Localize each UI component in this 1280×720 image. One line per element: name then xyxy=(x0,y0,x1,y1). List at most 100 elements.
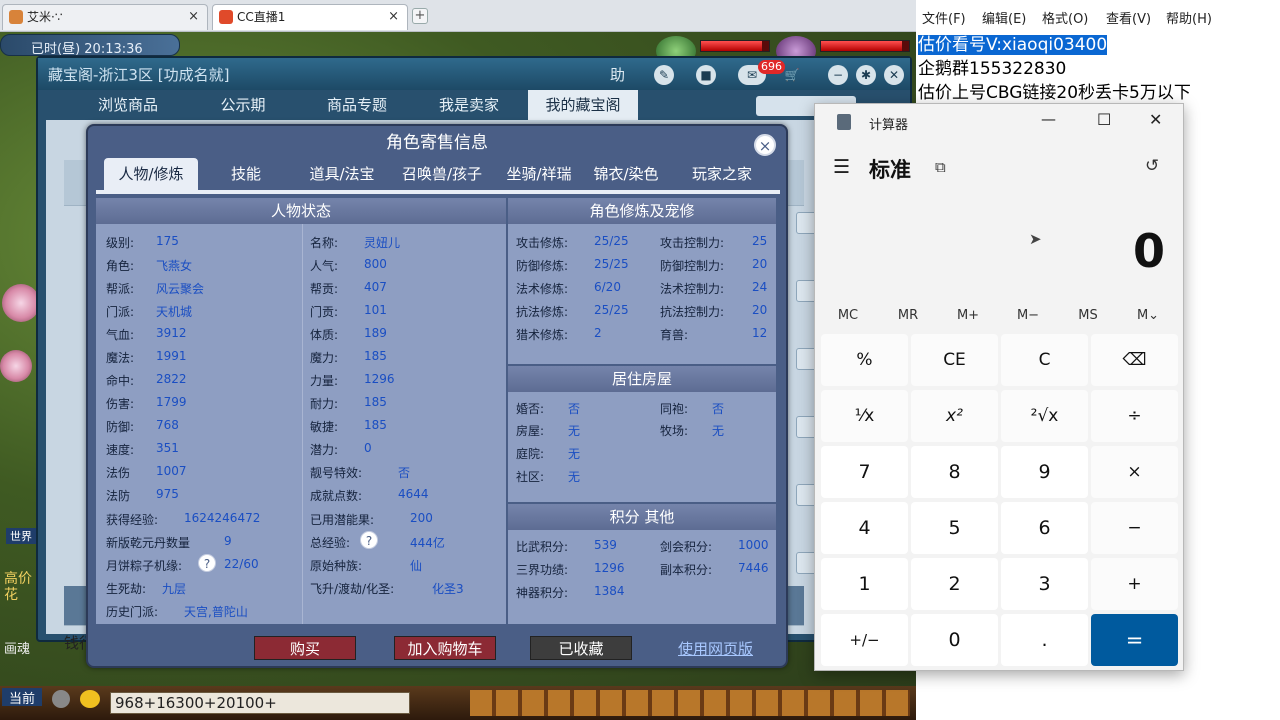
menu-edit[interactable]: 编辑(E) xyxy=(982,8,1026,27)
stop-icon[interactable]: ■ xyxy=(696,65,716,85)
new-tab-button[interactable]: + xyxy=(412,8,428,24)
menu-help[interactable]: 帮助(H) xyxy=(1166,8,1212,27)
clear-entry-button[interactable]: CE xyxy=(911,334,998,386)
tab-mounts[interactable]: 坐骑/祥瑞 xyxy=(492,158,586,190)
memory-add-button[interactable]: M+ xyxy=(943,308,993,323)
memory-clear-button[interactable]: MC xyxy=(823,308,873,323)
status-panel: 人物状态 级别: 175 角色: 飞燕女 帮派: 风云聚会 门派: 天机城 气血: 391… xyxy=(96,198,506,624)
hamburger-icon[interactable]: ☰ xyxy=(833,156,850,178)
stat-guild-contrib: 帮贡: 407 xyxy=(310,280,387,296)
close-tab-icon[interactable]: × xyxy=(188,5,199,29)
column-divider xyxy=(302,224,303,624)
stat-guild: 帮派: 风云聚会 xyxy=(106,282,205,296)
tab-topics[interactable]: 商品专题 xyxy=(302,90,412,120)
minus-button[interactable]: − xyxy=(1091,502,1178,554)
tab-public[interactable]: 公示期 xyxy=(188,90,298,120)
reciprocal-button[interactable]: ⅟x xyxy=(821,390,908,442)
divide-button[interactable]: ÷ xyxy=(1091,390,1178,442)
digit-1-button[interactable]: 1 xyxy=(821,558,908,610)
decimal-button[interactable]: . xyxy=(1001,614,1088,666)
stat-damage: 伤害: 1799 xyxy=(106,395,187,411)
sqrt-button[interactable]: ²√x xyxy=(1001,390,1088,442)
keep-on-top-icon[interactable]: ⧉ xyxy=(935,158,946,176)
notepad-line[interactable]: 企鹅群155322830 xyxy=(918,54,1066,79)
tab-underline xyxy=(96,190,780,194)
flower-decoration xyxy=(2,284,40,322)
cursor-icon: ➤ xyxy=(1029,230,1042,248)
digit-9-button[interactable]: 9 xyxy=(1001,446,1088,498)
digit-0-button[interactable]: 0 xyxy=(911,614,998,666)
help-icon[interactable]: ? xyxy=(360,531,378,549)
menu-format[interactable]: 格式(O) xyxy=(1042,8,1088,27)
tab-outfits[interactable]: 锦衣/染色 xyxy=(586,158,666,190)
tab-items[interactable]: 道具/法宝 xyxy=(294,158,390,190)
digit-8-button[interactable]: 8 xyxy=(911,446,998,498)
negate-button[interactable]: +/− xyxy=(821,614,908,666)
favorited-button[interactable]: 已收藏 xyxy=(530,636,632,660)
tab-skills[interactable]: 技能 xyxy=(202,158,290,190)
square-button[interactable]: x² xyxy=(911,390,998,442)
tab-summons[interactable]: 召唤兽/孩子 xyxy=(392,158,492,190)
tab-my-cbg[interactable]: 我的藏宝阁 xyxy=(528,90,638,120)
memory-list-button[interactable]: M⌄ xyxy=(1123,308,1173,323)
pet-breeding: 育兽: 12 xyxy=(660,326,768,342)
tab-home[interactable]: 玩家之家 xyxy=(670,158,774,190)
minimize-button[interactable]: — xyxy=(1041,110,1056,128)
menu-view[interactable]: 查看(V) xyxy=(1106,8,1151,27)
digit-7-button[interactable]: 7 xyxy=(821,446,908,498)
digit-5-button[interactable]: 5 xyxy=(911,502,998,554)
gear-icon[interactable]: ✱ xyxy=(856,65,876,85)
help-button[interactable]: 助 xyxy=(610,64,625,85)
browser-tab-2[interactable]: CC直播1 × xyxy=(212,4,408,30)
emoji-icon[interactable] xyxy=(80,690,100,708)
channel-current[interactable]: 当前 xyxy=(2,688,42,707)
memory-subtract-button[interactable]: M− xyxy=(1003,308,1053,323)
tab-seller[interactable]: 我是卖家 xyxy=(414,90,524,120)
mic-icon[interactable] xyxy=(52,690,70,708)
edit-icon[interactable]: ✎ xyxy=(654,65,674,85)
tab-browse[interactable]: 浏览商品 xyxy=(78,90,178,120)
add-to-cart-button[interactable]: 加入购物车 xyxy=(394,636,496,660)
tab-character[interactable]: 人物/修炼 xyxy=(104,158,198,190)
quick-item-bar[interactable] xyxy=(470,690,910,716)
cbg-title: 藏宝阁-浙江3区 [功成名就] xyxy=(48,66,230,84)
stat-school: 门派: 天机城 xyxy=(106,305,193,319)
notepad-line[interactable]: 估价上号CBG链接20秒丢卡5万以下 xyxy=(918,78,1191,103)
memory-store-button[interactable]: MS xyxy=(1063,308,1113,323)
stat-role: 角色: 飞燕女 xyxy=(106,259,193,273)
digit-2-button[interactable]: 2 xyxy=(911,558,998,610)
help-icon[interactable]: ? xyxy=(198,554,216,572)
browser-tab-1[interactable]: 艾米·∵ × xyxy=(2,4,208,30)
stat-agility: 敏捷: 185 xyxy=(310,418,387,434)
digit-4-button[interactable]: 4 xyxy=(821,502,908,554)
web-version-link[interactable]: 使用网页版 xyxy=(678,638,753,659)
maximize-button[interactable]: ☐ xyxy=(1097,110,1111,129)
multiply-button[interactable]: × xyxy=(1091,446,1178,498)
plus-button[interactable]: + xyxy=(1091,558,1178,610)
notepad-menubar: 文件(F) 编辑(E) 格式(O) 查看(V) 帮助(H) xyxy=(916,0,1280,32)
history-icon[interactable]: ↺ xyxy=(1145,156,1159,176)
equals-button[interactable]: = xyxy=(1091,614,1178,666)
stat-constitution: 体质: 189 xyxy=(310,326,387,342)
channel-world[interactable]: 世界 xyxy=(6,528,36,544)
close-icon[interactable]: ✕ xyxy=(884,65,904,85)
house-yard: 庭院: 无 xyxy=(516,447,581,461)
chat-input[interactable]: 968+16300+20100+ xyxy=(110,692,410,714)
cc-favicon-icon xyxy=(219,10,233,24)
calculator-app-icon xyxy=(837,114,851,130)
backspace-button[interactable]: ⌫ xyxy=(1091,334,1178,386)
close-icon[interactable]: × xyxy=(754,134,776,156)
notepad-line[interactable]: 估价看号V:xiaoqi03400 xyxy=(918,30,1108,55)
stat-pretty-id: 靓号特效: 否 xyxy=(310,466,411,480)
cart-icon[interactable]: 🛒 xyxy=(782,65,802,85)
buy-button[interactable]: 购买 xyxy=(254,636,356,660)
memory-recall-button[interactable]: MR xyxy=(883,308,933,323)
minimize-icon[interactable]: − xyxy=(828,65,848,85)
clear-button[interactable]: C xyxy=(1001,334,1088,386)
close-button[interactable]: ✕ xyxy=(1149,110,1162,129)
menu-file[interactable]: 文件(F) xyxy=(922,8,966,27)
close-tab-icon[interactable]: × xyxy=(388,5,399,29)
digit-3-button[interactable]: 3 xyxy=(1001,558,1088,610)
percent-button[interactable]: % xyxy=(821,334,908,386)
digit-6-button[interactable]: 6 xyxy=(1001,502,1088,554)
